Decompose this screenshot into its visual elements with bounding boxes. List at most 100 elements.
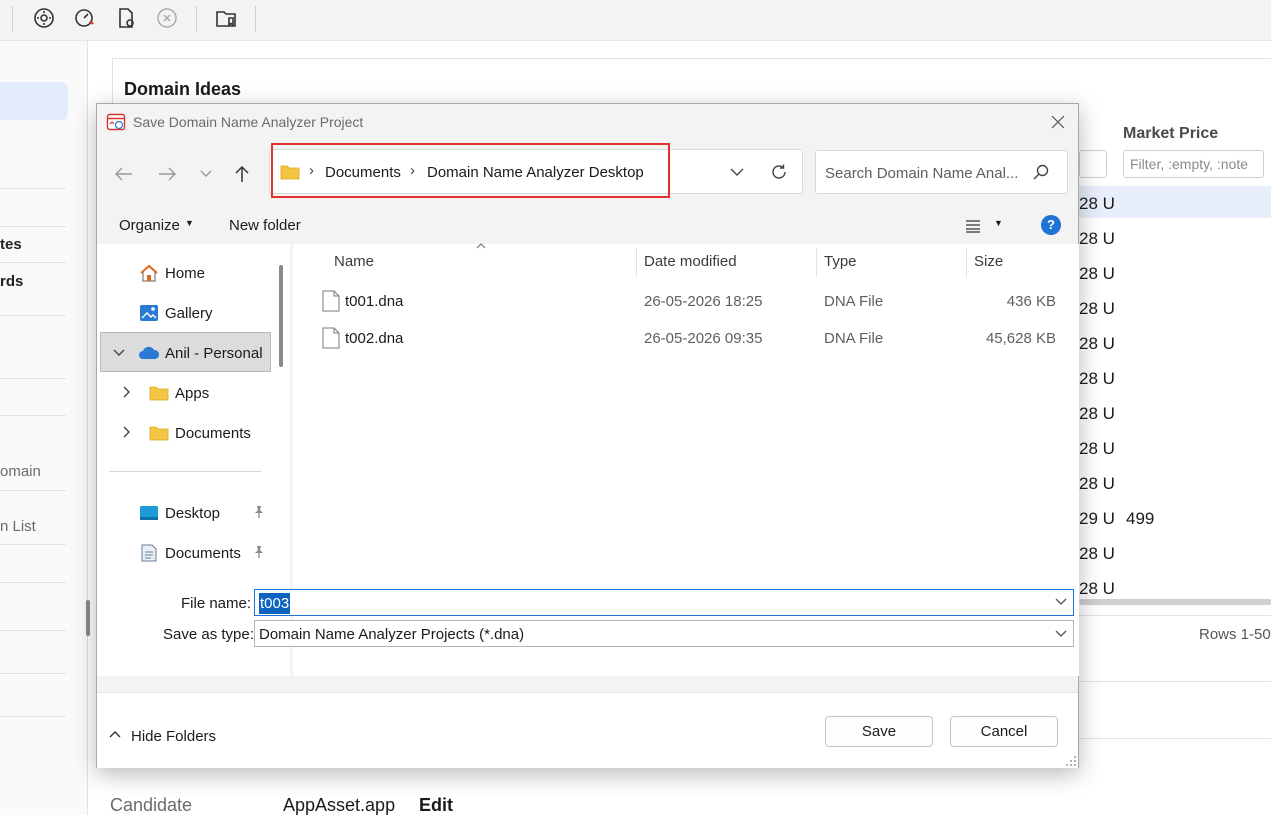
search-icon[interactable] (1027, 158, 1055, 186)
tree-item-documents-quick[interactable]: Documents (165, 545, 241, 562)
file-name[interactable]: t001.dna (345, 293, 403, 310)
home-icon (138, 262, 160, 284)
column-divider (816, 247, 817, 277)
file-date: 26-05-2026 18:25 (644, 293, 763, 310)
file-icon (322, 290, 340, 312)
file-type: DNA File (824, 293, 884, 310)
market-price-column-header[interactable]: Market Price (1123, 125, 1218, 143)
sidebar-active-item[interactable] (0, 82, 68, 120)
sidebar-item-label[interactable]: rds (0, 273, 23, 290)
navigation-scrollbar[interactable] (279, 265, 283, 367)
resize-grip-icon[interactable] (1065, 755, 1077, 767)
market-price-cell[interactable]: 499 (1126, 509, 1154, 529)
organize-menu[interactable]: Organize (119, 217, 180, 234)
grid-cell[interactable]: 28 U (1079, 334, 1127, 354)
address-dropdown-chevron-icon[interactable] (723, 158, 751, 186)
file-type: DNA File (824, 330, 884, 347)
search-input[interactable]: Search Domain Name Anal... (825, 165, 1018, 182)
app-sidebar (0, 41, 88, 815)
grid-cell[interactable]: 29 U (1079, 509, 1127, 529)
speedometer-icon[interactable] (71, 4, 99, 32)
recent-locations-chevron-icon[interactable] (192, 160, 220, 188)
chevron-up-icon[interactable] (109, 726, 121, 741)
file-name-field[interactable] (254, 589, 1074, 616)
sidebar-item-label[interactable]: n List (0, 518, 36, 535)
grid-horizontal-scrollbar[interactable] (1079, 599, 1271, 605)
save-as-type-value[interactable]: Domain Name Analyzer Projects (*.dna) (259, 626, 524, 643)
close-circle-icon[interactable] (153, 4, 181, 32)
column-header-type[interactable]: Type (824, 253, 857, 270)
pin-icon[interactable] (253, 545, 265, 562)
tree-item-gallery[interactable]: Gallery (165, 305, 213, 322)
column-header-size[interactable]: Size (974, 253, 1003, 270)
documents-icon (138, 542, 160, 564)
sidebar-divider (0, 490, 66, 491)
view-list-icon[interactable] (961, 214, 985, 238)
sidebar-divider (0, 630, 66, 631)
pin-icon[interactable] (253, 505, 265, 522)
tree-item-home[interactable]: Home (165, 265, 205, 282)
grid-cell[interactable]: 28 U (1079, 544, 1127, 564)
grid-cell[interactable]: 28 U (1079, 194, 1127, 214)
toolbar-separator (196, 6, 197, 32)
settings-gear-icon[interactable] (30, 4, 58, 32)
tree-item-apps[interactable]: Apps (175, 385, 209, 402)
back-arrow-icon[interactable] (110, 160, 138, 188)
file-name[interactable]: t002.dna (345, 330, 403, 347)
grid-cell[interactable]: 28 U (1079, 404, 1127, 424)
save-as-type-dropdown-icon[interactable] (1055, 626, 1069, 641)
edit-link[interactable]: Edit (419, 795, 453, 815)
expand-chevron-icon[interactable] (123, 425, 131, 441)
folder-bookmark-icon[interactable] (212, 4, 240, 32)
organize-dropdown-icon[interactable]: ▼ (185, 218, 194, 228)
tree-item-desktop[interactable]: Desktop (165, 505, 220, 522)
column-filter-input[interactable] (1079, 150, 1107, 178)
hide-folders-button[interactable]: Hide Folders (131, 728, 216, 745)
sidebar-item-label[interactable]: omain (0, 463, 41, 480)
grid-cell[interactable]: 28 U (1079, 264, 1127, 284)
new-folder-button[interactable]: New folder (229, 217, 301, 234)
grid-cell[interactable]: 28 U (1079, 474, 1127, 494)
tree-item-anil-personal[interactable]: Anil - Personal (165, 345, 263, 362)
collapse-chevron-icon[interactable] (113, 344, 125, 360)
grid-cell[interactable]: 28 U (1079, 439, 1127, 459)
grid-cell[interactable]: 28 U (1079, 579, 1127, 599)
file-size: 436 KB (1006, 293, 1056, 310)
market-price-filter-input[interactable]: Filter, :empty, :note (1123, 150, 1264, 178)
sidebar-divider (0, 226, 66, 227)
sidebar-item-label[interactable]: tes (0, 236, 22, 253)
refresh-icon[interactable] (765, 158, 793, 186)
sidebar-scrollbar[interactable] (86, 600, 90, 636)
sidebar-divider (0, 544, 66, 545)
view-options-dropdown-icon[interactable]: ▼ (994, 218, 1003, 228)
expand-chevron-icon[interactable] (123, 385, 131, 401)
sidebar-divider (0, 582, 66, 583)
file-size: 45,628 KB (985, 330, 1056, 347)
grid-cell[interactable]: 28 U (1079, 229, 1127, 249)
column-header-date-modified[interactable]: Date modified (644, 253, 737, 270)
candidate-value: AppAsset.app (283, 795, 396, 815)
sort-ascending-icon (476, 240, 486, 252)
tree-item-documents[interactable]: Documents (175, 425, 251, 442)
help-icon[interactable]: ? (1041, 215, 1061, 235)
file-name-dropdown-icon[interactable] (1055, 594, 1069, 609)
app-toolbar (0, 0, 1271, 41)
toolbar-separator (12, 6, 13, 32)
file-date: 26-05-2026 09:35 (644, 330, 763, 347)
sidebar-divider (0, 415, 66, 416)
grid-cell[interactable]: 28 U (1079, 369, 1127, 389)
forward-arrow-icon[interactable] (153, 160, 181, 188)
save-button[interactable]: Save (825, 716, 933, 747)
close-icon[interactable] (1043, 108, 1073, 136)
document-settings-icon[interactable] (112, 4, 140, 32)
column-divider (966, 247, 967, 277)
file-name-input[interactable]: t003 (259, 593, 291, 614)
sidebar-divider (0, 716, 66, 717)
cancel-button[interactable]: Cancel (950, 716, 1058, 747)
desktop-icon (138, 502, 160, 524)
sidebar-divider (0, 315, 66, 316)
up-arrow-icon[interactable] (228, 160, 256, 188)
column-header-name[interactable]: Name (334, 253, 374, 270)
grid-cell[interactable]: 28 U (1079, 299, 1127, 319)
folder-icon (148, 382, 170, 404)
